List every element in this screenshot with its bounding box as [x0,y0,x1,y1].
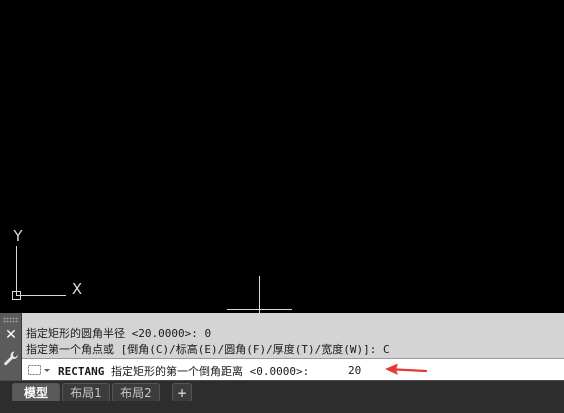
add-layout-button[interactable]: + [172,383,192,401]
close-icon[interactable]: ✕ [3,327,19,343]
tab-layout1[interactable]: 布局1 [62,383,110,401]
command-prompt-text: 指定矩形的第一个倒角距离 <0.0000>: [110,365,310,378]
command-history: 指定矩形的圆角半径 <20.0000>: 0 指定第一个角点或 [倒角(C)/标… [22,313,564,357]
drawing-canvas[interactable]: Y X [0,0,564,313]
red-arrow-annotation-icon [385,363,428,375]
grip-dots-icon[interactable] [3,317,19,323]
history-line: 指定矩形的圆角半径 <20.0000>: 0 [26,327,212,340]
history-line: 指定第一个角点或 [倒角(C)/标高(E)/圆角(F)/厚度(T)/宽度(W)]… [26,343,390,356]
command-input-row: RECTANG 指定矩形的第一个倒角距离 <0.0000>: [22,358,564,380]
command-line-panel: ✕ 指定矩形的圆角半径 <20.0000>: 0 指定第一个角点或 [倒角(C)… [0,313,564,380]
ucs-icon: Y X [12,227,292,313]
command-line-grip[interactable]: ✕ [0,313,22,380]
layout-tab-bar: 模型 布局1 布局2 + [0,380,564,413]
ucs-y-label: Y [12,227,23,245]
tab-model[interactable]: 模型 [12,383,60,401]
command-name: RECTANG [58,365,105,378]
crosshair-cursor [227,276,292,313]
ucs-x-label: X [72,280,82,298]
command-prompt: RECTANG 指定矩形的第一个倒角距离 <0.0000>: [58,363,309,379]
wrench-icon[interactable] [3,350,19,366]
command-input[interactable] [348,362,378,378]
tab-layout2[interactable]: 布局2 [112,383,160,401]
recent-commands-icon[interactable] [26,363,52,377]
